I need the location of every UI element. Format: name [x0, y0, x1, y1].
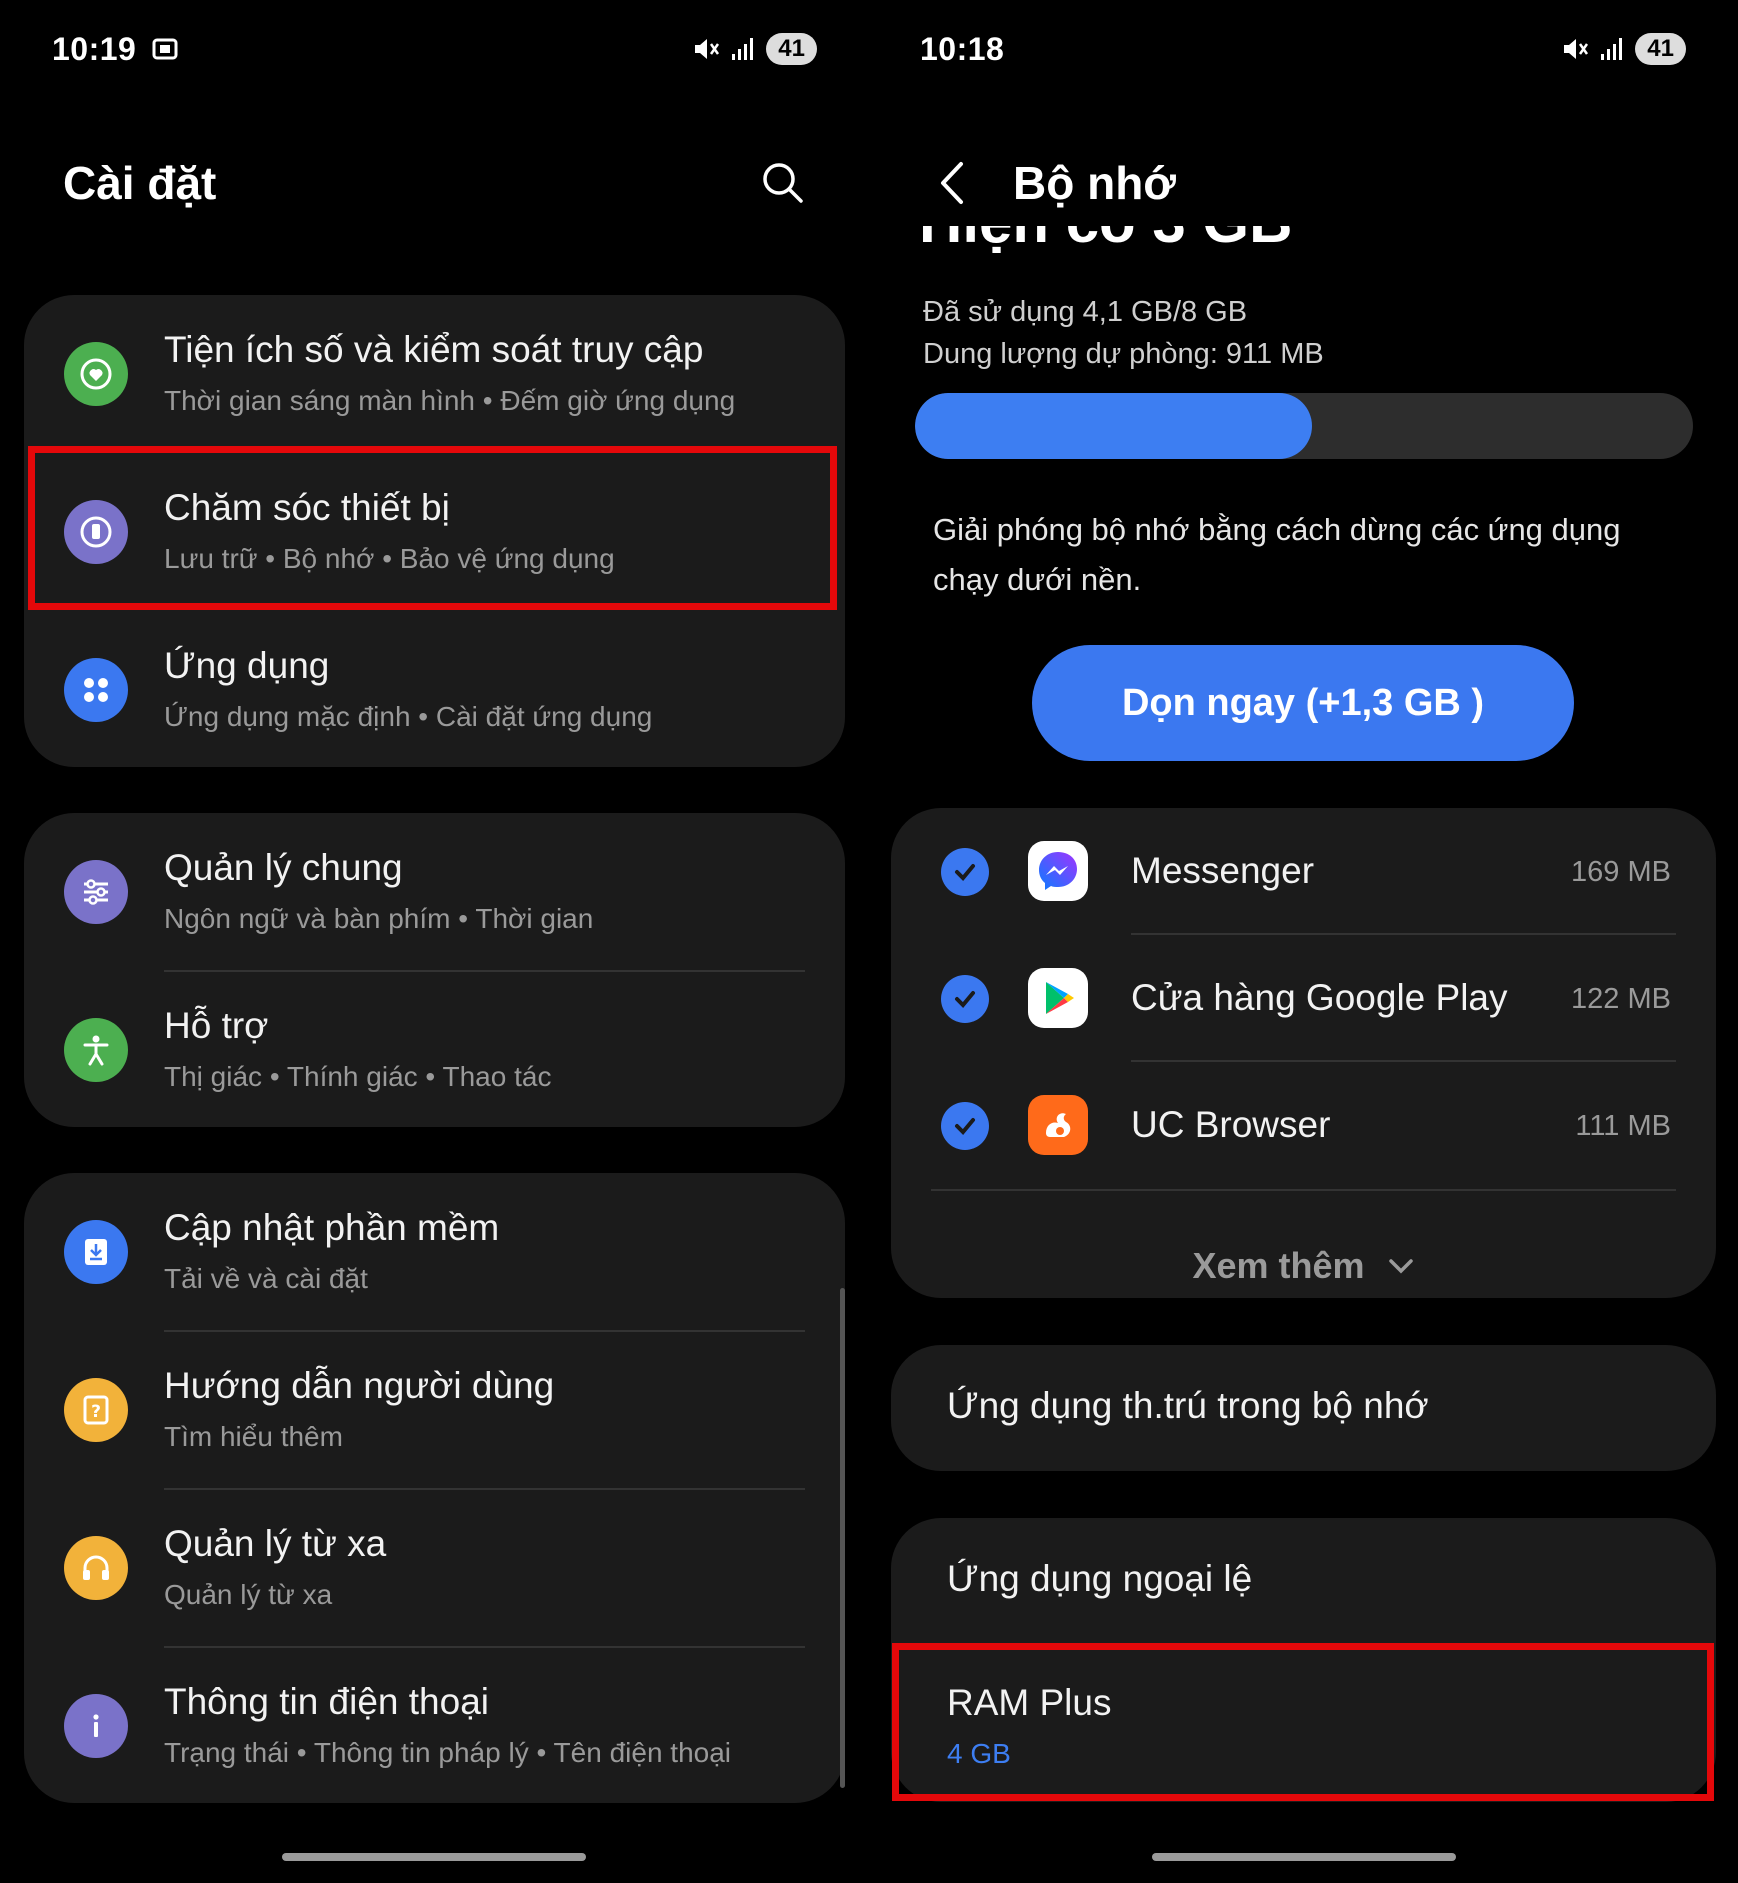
available-memory-text: Hiện có 3 GB [919, 226, 1292, 252]
mute-icon [695, 39, 720, 59]
search-icon[interactable] [760, 160, 806, 206]
item-title: Quản lý từ xa [164, 1523, 387, 1564]
signal-icon [1601, 38, 1623, 60]
chevron-down-icon [1388, 1259, 1413, 1274]
settings-item-general-management[interactable]: Quản lý chung Ngôn ngữ và bàn phím • Thờ… [24, 813, 845, 971]
item-title: Hướng dẫn người dùng [164, 1365, 555, 1406]
user-guide-icon: ? [64, 1378, 128, 1442]
battery-badge: 41 [766, 33, 817, 65]
resident-apps-card[interactable]: Ứng dụng th.trú trong bộ nhớ [891, 1345, 1716, 1471]
ram-plus-highlight [892, 1643, 1714, 1801]
battery-badge: 41 [1635, 33, 1686, 65]
app-row-messenger[interactable]: Messenger 169 MB [891, 808, 1716, 935]
signal-icon [732, 38, 754, 60]
item-subtitle: Ứng dụng mặc định • Cài đặt ứng dụng [164, 701, 653, 732]
settings-item-about-phone[interactable]: Thông tin điện thoại Trạng thái • Thông … [24, 1647, 845, 1805]
item-title: Tiện ích số và kiểm soát truy cập [164, 329, 704, 370]
general-management-icon [64, 860, 128, 924]
item-subtitle: Tìm hiểu thêm [164, 1421, 343, 1452]
status-time: 10:19 [52, 30, 137, 67]
item-subtitle: Tải về và cài đặt [164, 1263, 368, 1294]
app-name: Messenger [1131, 850, 1315, 891]
google-play-icon [1028, 968, 1088, 1028]
about-phone-icon [64, 1694, 128, 1758]
page-title: Cài đặt [63, 157, 217, 209]
available-memory-heading: Hiện có 3 GB [919, 226, 1292, 272]
status-time: 10:18 [920, 30, 1005, 67]
software-update-icon [64, 1220, 128, 1284]
settings-item-digital-wellbeing[interactable]: Tiện ích số và kiểm soát truy cập Thời g… [24, 295, 845, 453]
accessibility-icon [64, 1018, 128, 1082]
memory-usage-bar [915, 393, 1693, 459]
settings-item-software-update[interactable]: Cập nhật phần mềm Tải về và cài đặt [24, 1173, 845, 1331]
memory-usage-fill [915, 393, 1312, 459]
messenger-icon [1028, 841, 1088, 901]
home-indicator[interactable] [282, 1853, 586, 1861]
memory-reserve-text: Dung lượng dự phòng: 911 MB [923, 338, 1324, 370]
checkbox-checked-icon[interactable] [941, 1102, 989, 1150]
item-subtitle: Quản lý từ xa [164, 1579, 333, 1610]
app-row-google-play[interactable]: Cửa hàng Google Play 122 MB [891, 935, 1716, 1062]
see-more-label: Xem thêm [1192, 1245, 1365, 1286]
remote-support-icon [64, 1536, 128, 1600]
screen-capture-icon [152, 38, 178, 60]
item-subtitle: Thị giác • Thính giác • Thao tác [164, 1061, 552, 1092]
settings-item-user-guide[interactable]: ? Hướng dẫn người dùng Tìm hiểu thêm [24, 1331, 845, 1489]
uc-browser-icon [1028, 1095, 1088, 1155]
app-row-uc-browser[interactable]: UC Browser 111 MB [891, 1062, 1716, 1189]
memory-screen: 10:18 41 Hiện có 3 GB Bộ nhớ Đã sử dụng … [869, 0, 1738, 1883]
memory-used-text: Đã sử dụng 4,1 GB/8 GB [923, 296, 1248, 328]
settings-item-accessibility[interactable]: Hỗ trợ Thị giác • Thính giác • Thao tác [24, 971, 845, 1129]
home-indicator[interactable] [1152, 1853, 1456, 1861]
apps-icon [64, 658, 128, 722]
settings-group-2: Quản lý chung Ngôn ngữ và bàn phím • Thờ… [24, 813, 845, 1127]
settings-item-remote-support[interactable]: Quản lý từ xa Quản lý từ xa [24, 1489, 845, 1647]
back-arrow-icon[interactable] [933, 158, 973, 208]
app-name: UC Browser [1131, 1104, 1331, 1145]
mute-icon [1564, 39, 1589, 59]
checkbox-checked-icon[interactable] [941, 848, 989, 896]
device-care-highlight [28, 446, 837, 610]
cleanup-description: Giải phóng bộ nhớ bằng cách dừng các ứng… [933, 512, 1621, 597]
clean-now-button[interactable]: Dọn ngay (+1,3 GB ) [1032, 645, 1574, 761]
scrollbar[interactable] [840, 1288, 845, 1788]
settings-group-3: Cập nhật phần mềm Tải về và cài đặt ? Hư… [24, 1173, 845, 1803]
settings-screen: 10:19 41 Cài đặt Tiện ích số và kiểm soá… [0, 0, 869, 1883]
resident-apps-label: Ứng dụng th.trú trong bộ nhớ [947, 1385, 1429, 1426]
status-bar: 10:18 41 [920, 28, 1686, 70]
item-subtitle: Trạng thái • Thông tin pháp lý • Tên điệ… [164, 1737, 732, 1768]
item-title: Cập nhật phần mềm [164, 1207, 500, 1248]
see-more-button[interactable]: Xem thêm [891, 1216, 1716, 1316]
app-name: Cửa hàng Google Play [1131, 977, 1508, 1018]
running-apps-card: Messenger 169 MB Cửa hàng Google Play 12… [891, 808, 1716, 1298]
app-size: 169 MB [1571, 856, 1671, 888]
item-title: Quản lý chung [164, 847, 403, 888]
item-title: Thông tin điện thoại [164, 1681, 490, 1722]
divider [931, 1189, 1676, 1191]
item-title: Ứng dụng [164, 645, 330, 686]
item-subtitle: Ngôn ngữ và bàn phím • Thời gian [164, 903, 594, 934]
item-title: Hỗ trợ [164, 1005, 269, 1046]
excluded-apps-item[interactable]: Ứng dụng ngoại lệ [947, 1558, 1252, 1600]
status-bar: 10:19 41 [52, 28, 817, 70]
svg-text:?: ? [91, 1402, 101, 1422]
app-size: 122 MB [1571, 983, 1671, 1015]
settings-item-apps[interactable]: Ứng dụng Ứng dụng mặc định • Cài đặt ứng… [24, 611, 845, 769]
digital-wellbeing-icon [64, 342, 128, 406]
checkbox-checked-icon[interactable] [941, 975, 989, 1023]
page-title: Bộ nhớ [1013, 157, 1176, 209]
app-size: 111 MB [1575, 1110, 1671, 1142]
item-subtitle: Thời gian sáng màn hình • Đếm giờ ứng dụ… [164, 385, 736, 416]
